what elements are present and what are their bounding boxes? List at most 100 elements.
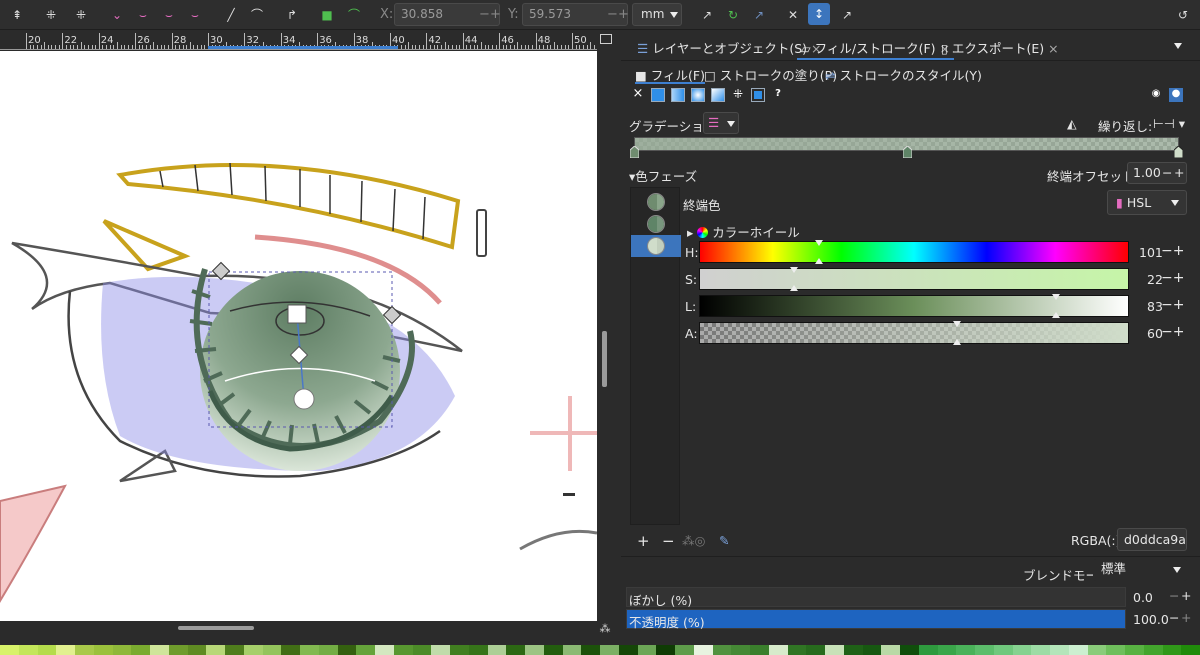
y-decrement[interactable]: − [607, 4, 618, 25]
palette-swatch[interactable] [262, 645, 282, 655]
palette-swatch[interactable] [712, 645, 732, 655]
no-paint-icon[interactable]: × [631, 87, 645, 102]
palette-swatch[interactable] [112, 645, 132, 655]
fill-rule-nonzero-icon[interactable]: ● [1169, 88, 1183, 102]
repeat-select[interactable]: ⊢⊣ ▾ [1153, 116, 1185, 131]
opacity-value[interactable]: 100.0 [1133, 612, 1169, 627]
palette-swatch[interactable] [1031, 645, 1050, 655]
palette-swatch[interactable] [18, 645, 38, 655]
radial-gradient-icon[interactable] [691, 88, 705, 102]
lip-stroke[interactable] [519, 529, 597, 551]
y-increment[interactable]: + [618, 4, 629, 25]
palette-swatch[interactable] [787, 645, 807, 655]
linear-gradient-icon[interactable] [671, 88, 685, 102]
eyebrow-shape[interactable] [116, 163, 461, 250]
lower-lash[interactable] [119, 449, 177, 483]
slider-stepper[interactable]: −+ [1161, 270, 1184, 286]
node-break-icon[interactable]: ⁜ [42, 6, 60, 24]
tabs-menu-chevron-icon[interactable] [1174, 43, 1182, 49]
slider-thumb-top[interactable] [789, 267, 798, 273]
add-stop-button[interactable]: + [637, 532, 650, 550]
iris-shape[interactable] [200, 271, 400, 471]
show-handles-icon[interactable]: ↗ [698, 6, 716, 24]
palette-swatch[interactable] [393, 645, 413, 655]
slider-thumb-bottom[interactable] [953, 339, 961, 345]
swatch-icon[interactable] [751, 88, 765, 102]
red-cross-mark[interactable] [530, 396, 597, 471]
gradient-stop-marker[interactable] [903, 146, 912, 158]
palette-swatch[interactable] [150, 645, 169, 655]
undo-history-icon[interactable]: ↺ [1174, 6, 1192, 24]
palette-swatch[interactable] [618, 645, 638, 655]
palette-swatch[interactable] [862, 645, 882, 655]
palette-swatch[interactable] [1106, 645, 1125, 655]
tab-fill-stroke[interactable]: ▱ フィル/ストローク(F) × [797, 38, 954, 60]
pattern-icon[interactable]: ⁜ [731, 88, 745, 102]
y-coordinate-field[interactable]: 59.573 − + [522, 3, 629, 26]
slider-thumb-bottom[interactable] [1051, 312, 1060, 318]
fill-rule-evenodd-icon[interactable]: ◉ [1149, 88, 1163, 102]
node-symmetric-icon[interactable]: ⌣ [160, 6, 178, 24]
palette-swatch[interactable] [187, 645, 207, 655]
palette-swatch[interactable] [1125, 645, 1144, 655]
blur-increment[interactable]: + [1181, 588, 1191, 603]
subtab-stroke-style[interactable]: ⇌ ストロークのスタイル(Y) [825, 65, 982, 84]
end-offset-decrement[interactable]: − [1162, 163, 1172, 183]
palette-swatch[interactable] [93, 645, 113, 655]
subtab-fill[interactable]: ■ フィル(F) [635, 65, 705, 84]
object-to-path-icon[interactable]: ↱ [283, 6, 301, 24]
palette-swatch[interactable] [243, 645, 263, 655]
show-clip-icon[interactable]: ↗ [750, 6, 768, 24]
eyedropper-icon[interactable]: ✎ [719, 533, 729, 548]
palette-swatch[interactable] [543, 645, 563, 655]
palette-swatch[interactable] [1143, 645, 1163, 655]
horizontal-scrollbar[interactable] [0, 621, 597, 635]
palette-swatch[interactable] [206, 645, 225, 655]
slider-stepper[interactable]: −+ [1161, 297, 1184, 313]
palette-swatch[interactable] [900, 645, 919, 655]
gradient-select[interactable]: ☰ [703, 112, 739, 134]
palette-swatch[interactable] [487, 645, 507, 655]
unset-paint-icon[interactable]: ? [771, 88, 785, 102]
slider-thumb-top[interactable] [953, 321, 961, 327]
slider-thumb-top[interactable] [1051, 294, 1060, 300]
gradient-stop-marker[interactable] [630, 146, 639, 158]
show-outline-icon[interactable]: ↻ [724, 6, 742, 24]
opacity-slider[interactable]: 不透明度 (%) [626, 609, 1126, 630]
palette-swatch[interactable] [468, 645, 488, 655]
palette-swatch[interactable] [581, 645, 600, 655]
palette-swatch[interactable] [975, 645, 994, 655]
palette-swatch[interactable] [881, 645, 900, 655]
opacity-increment[interactable]: + [1181, 610, 1191, 625]
palette-swatch[interactable] [937, 645, 957, 655]
palette-swatch[interactable] [600, 645, 619, 655]
gradient-end-handle[interactable] [293, 388, 315, 410]
palette-swatch[interactable] [1087, 645, 1107, 655]
gradient-stop-list[interactable] [630, 187, 681, 525]
canvas-artwork[interactable] [0, 51, 597, 621]
slider-value[interactable]: 101 [1139, 245, 1163, 260]
palette-swatch[interactable] [1162, 645, 1182, 655]
stop-actions-icon[interactable]: ⁂◎ [682, 533, 705, 548]
x-decrement[interactable]: − [479, 4, 490, 25]
palette-swatch[interactable] [506, 645, 525, 655]
gradient-center-handle[interactable] [287, 304, 307, 324]
rgba-input[interactable]: d0ddca9a [1117, 528, 1187, 551]
palette-swatch[interactable] [1068, 645, 1088, 655]
x-increment[interactable]: + [490, 4, 501, 25]
palette-swatch[interactable] [300, 645, 319, 655]
small-rect-shape[interactable] [476, 209, 487, 257]
flat-color-icon[interactable] [651, 88, 665, 102]
color-slider[interactable] [699, 268, 1129, 290]
palette-swatch[interactable] [825, 645, 844, 655]
palette-swatch[interactable] [75, 645, 94, 655]
palette-swatch[interactable] [0, 645, 19, 655]
edit-mask-icon[interactable]: ↗ [838, 6, 856, 24]
palette-swatch[interactable] [356, 645, 375, 655]
palette-swatch[interactable] [525, 645, 544, 655]
palette-swatch[interactable] [637, 645, 657, 655]
color-slider[interactable] [699, 322, 1129, 344]
close-icon[interactable]: × [1048, 41, 1058, 56]
tab-export[interactable]: ▯ エクスポート(E) × [941, 38, 1059, 57]
stop-item[interactable] [631, 191, 681, 213]
